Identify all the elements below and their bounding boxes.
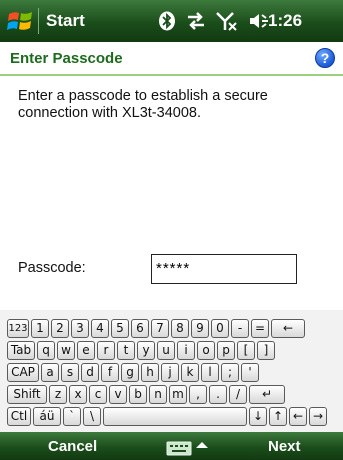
key-0[interactable]: 0 (211, 319, 229, 338)
key-u[interactable]: u (157, 341, 175, 360)
no-signal-icon[interactable] (216, 11, 238, 31)
key-9[interactable]: 9 (191, 319, 209, 338)
key-i[interactable]: i (177, 341, 195, 360)
key-t[interactable]: t (117, 341, 135, 360)
key-x[interactable]: x (69, 385, 87, 404)
key-3[interactable]: 3 (71, 319, 89, 338)
key-y[interactable]: y (137, 341, 155, 360)
soft-keyboard: 123 1 2 3 4 5 6 7 8 9 0 - = ← Tab q w e … (0, 310, 343, 432)
key-arrow-down[interactable]: ↓ (249, 407, 267, 426)
passcode-label: Passcode: (18, 260, 86, 276)
key-space[interactable] (103, 407, 247, 426)
key-enter[interactable]: ↵ (249, 385, 285, 404)
clock[interactable]: 1:26 (268, 11, 302, 31)
keyboard-toggle-icon[interactable] (166, 438, 212, 456)
key-l[interactable]: l (201, 363, 219, 382)
volume-icon[interactable] (248, 12, 270, 30)
key-s[interactable]: s (61, 363, 79, 382)
key-ctrl[interactable]: Ctl (7, 407, 31, 426)
key-semicolon[interactable]: ; (221, 363, 239, 382)
key-minus[interactable]: - (231, 319, 249, 338)
key-close-bracket[interactable]: ] (257, 341, 275, 360)
status-icons (158, 10, 270, 32)
instruction-text: Enter a passcode to establish a secure c… (18, 88, 268, 121)
key-123[interactable]: 123 (7, 319, 29, 338)
key-z[interactable]: z (49, 385, 67, 404)
key-f[interactable]: f (101, 363, 119, 382)
start-button[interactable]: Start (46, 11, 85, 31)
key-h[interactable]: h (141, 363, 159, 382)
next-button[interactable]: Next (268, 438, 301, 455)
key-shift[interactable]: Shift (7, 385, 47, 404)
help-icon[interactable]: ? (315, 48, 335, 68)
key-r[interactable]: r (97, 341, 115, 360)
title-divider (38, 8, 39, 34)
bluetooth-icon[interactable] (158, 11, 176, 31)
dialog-title: Enter Passcode (10, 50, 123, 67)
key-comma[interactable]: , (189, 385, 207, 404)
connectivity-icon[interactable] (186, 12, 206, 30)
softkey-bar: Cancel Next (0, 432, 343, 460)
key-2[interactable]: 2 (51, 319, 69, 338)
key-apostrophe[interactable]: ' (241, 363, 259, 382)
key-p[interactable]: p (217, 341, 235, 360)
key-arrow-right[interactable]: → (309, 407, 327, 426)
key-a[interactable]: a (41, 363, 59, 382)
key-v[interactable]: v (109, 385, 127, 404)
key-arrow-left[interactable]: ← (289, 407, 307, 426)
key-d[interactable]: d (81, 363, 99, 382)
key-5[interactable]: 5 (111, 319, 129, 338)
key-open-bracket[interactable]: [ (237, 341, 255, 360)
key-period[interactable]: . (209, 385, 227, 404)
key-e[interactable]: e (77, 341, 95, 360)
title-bar: Start 1:26 (0, 0, 343, 42)
key-7[interactable]: 7 (151, 319, 169, 338)
windows-flag-icon[interactable] (6, 8, 36, 34)
key-8[interactable]: 8 (171, 319, 189, 338)
key-6[interactable]: 6 (131, 319, 149, 338)
key-c[interactable]: c (89, 385, 107, 404)
key-1[interactable]: 1 (31, 319, 49, 338)
key-q[interactable]: q (37, 341, 55, 360)
key-k[interactable]: k (181, 363, 199, 382)
key-o[interactable]: o (197, 341, 215, 360)
key-slash[interactable]: / (229, 385, 247, 404)
key-m[interactable]: m (169, 385, 187, 404)
key-g[interactable]: g (121, 363, 139, 382)
key-j[interactable]: j (161, 363, 179, 382)
key-w[interactable]: w (57, 341, 75, 360)
key-backspace[interactable]: ← (271, 319, 305, 338)
dialog-header: Enter Passcode ? (0, 42, 343, 76)
key-arrow-up[interactable]: ↑ (269, 407, 287, 426)
key-equals[interactable]: = (251, 319, 269, 338)
key-n[interactable]: n (149, 385, 167, 404)
key-tab[interactable]: Tab (7, 341, 35, 360)
passcode-input[interactable]: ***** (151, 254, 297, 284)
key-caps[interactable]: CAP (7, 363, 39, 382)
cancel-button[interactable]: Cancel (48, 438, 97, 455)
key-4[interactable]: 4 (91, 319, 109, 338)
key-backtick[interactable]: ` (63, 407, 81, 426)
key-accents[interactable]: áü (33, 407, 61, 426)
key-backslash[interactable]: \ (83, 407, 101, 426)
key-b[interactable]: b (129, 385, 147, 404)
